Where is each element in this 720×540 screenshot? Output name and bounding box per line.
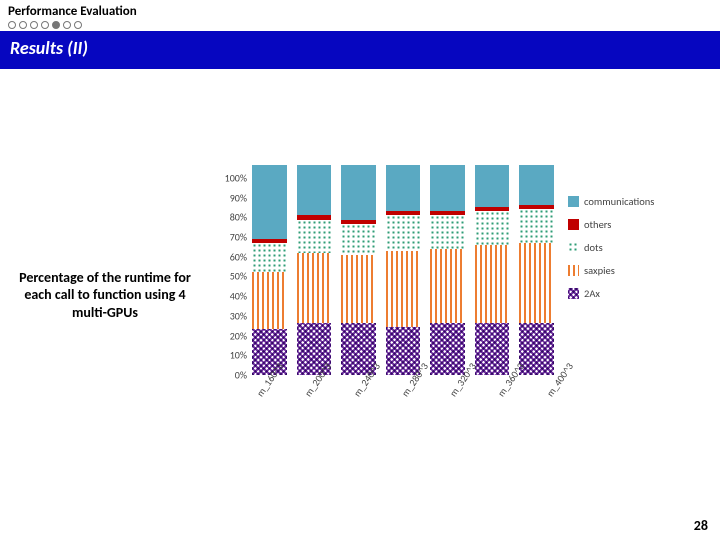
- legend-item: 2Ax: [568, 287, 688, 300]
- y-tick: 10%: [210, 349, 250, 362]
- section-title: Performance Evaluation: [8, 4, 712, 19]
- y-tick: 60%: [210, 250, 250, 263]
- stacked-bar-chart: 0% 10% 20% 30% 40% 50% 60% 70% 80% 90% 100% m_160^…: [210, 155, 560, 435]
- bar-segment-dots: [430, 215, 465, 249]
- x-axis: m_160^3m_200^3m_240^3m_280^3m_320^3m_360…: [252, 377, 554, 435]
- legend-swatch: [568, 242, 579, 253]
- bar: [252, 165, 287, 375]
- bar-segment-dots: [341, 224, 376, 256]
- progress-dot: [74, 21, 82, 29]
- progress-dot: [52, 21, 60, 29]
- legend-swatch: [568, 288, 579, 299]
- progress-dots: [8, 21, 712, 29]
- bar-segment-2ax: [475, 323, 510, 376]
- y-tick: 70%: [210, 231, 250, 244]
- bar-segment-dots: [252, 243, 287, 272]
- bar-segment-2ax: [430, 323, 465, 376]
- slide-title: Results (II): [10, 37, 710, 59]
- bar-segment-sax: [475, 245, 510, 323]
- bar-segment-com: [297, 165, 332, 215]
- chart-caption: Percentage of the runtime for each call …: [0, 269, 210, 322]
- y-tick: 40%: [210, 290, 250, 303]
- progress-dot: [63, 21, 71, 29]
- header-bar: Performance Evaluation: [0, 0, 720, 31]
- bar-segment-sax: [386, 251, 421, 327]
- legend-swatch: [568, 196, 579, 207]
- legend-item: dots: [568, 241, 688, 254]
- bar-segment-com: [341, 165, 376, 220]
- bar-segment-dots: [475, 211, 510, 245]
- bar-segment-sax: [297, 253, 332, 322]
- legend-item: communications: [568, 195, 688, 208]
- progress-dot: [19, 21, 27, 29]
- bar-segment-com: [519, 165, 554, 205]
- y-axis: 0%10%20%30%40%50%60%70%80%90%100%: [210, 165, 250, 375]
- bar-segment-dots: [297, 220, 332, 254]
- bar-segment-sax: [430, 249, 465, 323]
- bar-segment-com: [475, 165, 510, 207]
- legend-label: communications: [584, 195, 654, 208]
- bar: [386, 165, 421, 375]
- slide-body: Percentage of the runtime for each call …: [0, 80, 720, 510]
- y-tick: 20%: [210, 329, 250, 342]
- y-tick: 0%: [210, 368, 250, 381]
- page-number: 28: [694, 517, 708, 534]
- plot-area: [252, 165, 554, 375]
- legend-item: others: [568, 218, 688, 231]
- bar-segment-sax: [519, 243, 554, 323]
- bar-segment-dots: [386, 215, 421, 251]
- progress-dot: [30, 21, 38, 29]
- bar-segment-sax: [252, 272, 287, 329]
- legend-label: 2Ax: [584, 287, 600, 300]
- bar-segment-com: [430, 165, 465, 211]
- legend-label: saxpies: [584, 264, 615, 277]
- chart-wrap: 0% 10% 20% 30% 40% 50% 60% 70% 80% 90% 100% m_160^…: [210, 155, 720, 435]
- legend-label: others: [584, 218, 611, 231]
- bar: [519, 165, 554, 375]
- bar: [341, 165, 376, 375]
- y-tick: 50%: [210, 270, 250, 283]
- bar-segment-com: [386, 165, 421, 211]
- y-tick: 100%: [210, 172, 250, 185]
- progress-dot: [41, 21, 49, 29]
- y-tick: 80%: [210, 211, 250, 224]
- slide: Performance Evaluation Results (II) Perc…: [0, 0, 720, 540]
- y-tick: 30%: [210, 309, 250, 322]
- title-band: Results (II): [0, 31, 720, 69]
- bar: [297, 165, 332, 375]
- legend: communications others dots saxpies 2Ax: [568, 155, 688, 310]
- progress-dot: [8, 21, 16, 29]
- y-tick: 90%: [210, 191, 250, 204]
- legend-swatch: [568, 265, 579, 276]
- bar-segment-sax: [341, 255, 376, 322]
- bar-segment-dots: [519, 209, 554, 243]
- bar: [430, 165, 465, 375]
- legend-item: saxpies: [568, 264, 688, 277]
- bar: [475, 165, 510, 375]
- bar-segment-com: [252, 165, 287, 239]
- legend-swatch: [568, 219, 579, 230]
- legend-label: dots: [584, 241, 603, 254]
